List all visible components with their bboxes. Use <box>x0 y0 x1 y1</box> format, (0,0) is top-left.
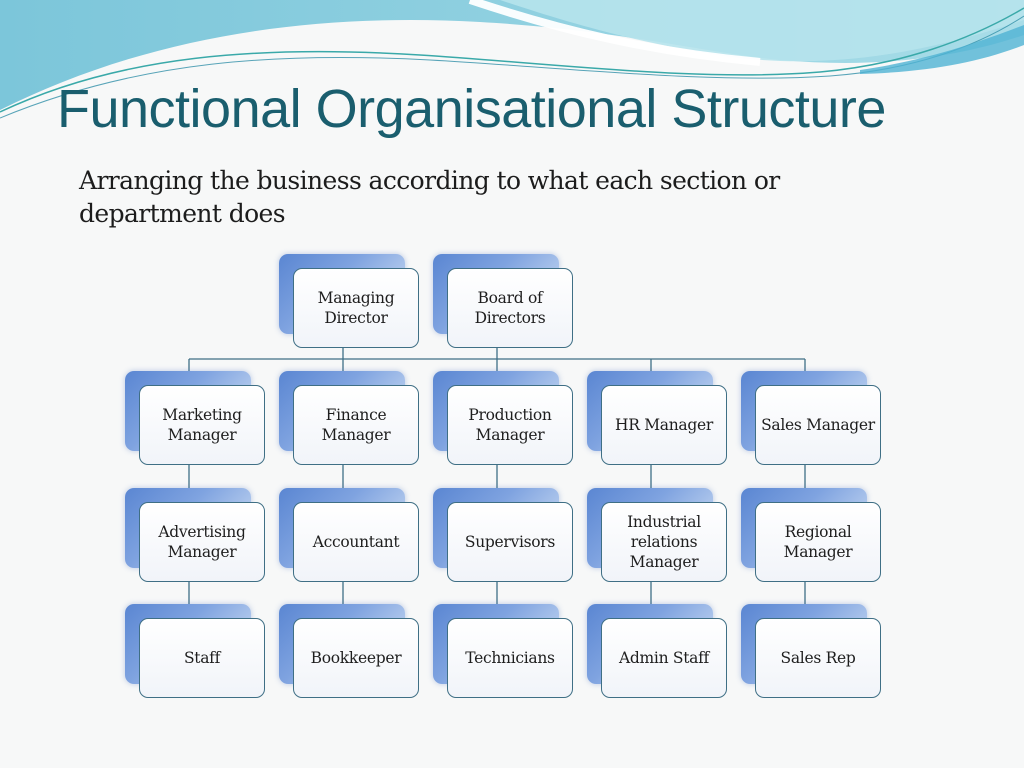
node-label: Supervisors <box>464 533 556 551</box>
node-box: Sales Manager <box>755 385 881 465</box>
node-label: Technicians <box>465 649 555 667</box>
node-staff: Staff <box>125 604 265 698</box>
node-box: Marketing Manager <box>139 385 265 465</box>
node-box: HR Manager <box>601 385 727 465</box>
node-label: Industrial relations Manager <box>627 513 701 571</box>
node-sales-manager: Sales Manager <box>741 371 881 465</box>
node-label: Accountant <box>312 533 400 551</box>
node-box: Supervisors <box>447 502 573 582</box>
node-box: Industrial relations Manager <box>601 502 727 582</box>
slide-title: Functional Organisational Structure <box>57 79 886 139</box>
node-label: Board of Directors <box>474 289 546 327</box>
node-label: Regional Manager <box>783 523 853 561</box>
node-box: Regional Manager <box>755 502 881 582</box>
node-sales-rep: Sales Rep <box>741 604 881 698</box>
node-box: Advertising Manager <box>139 502 265 582</box>
node-accountant: Accountant <box>279 488 419 582</box>
node-box: Finance Manager <box>293 385 419 465</box>
node-admin-staff: Admin Staff <box>587 604 727 698</box>
node-label: Staff <box>183 649 221 667</box>
node-box: Sales Rep <box>755 618 881 698</box>
node-label: Finance Manager <box>321 406 391 444</box>
node-board-of-directors: Board of Directors <box>433 254 573 348</box>
node-advertising-manager: Advertising Manager <box>125 488 265 582</box>
node-box: Production Manager <box>447 385 573 465</box>
node-box: Admin Staff <box>601 618 727 698</box>
node-hr-manager: HR Manager <box>587 371 727 465</box>
node-supervisors: Supervisors <box>433 488 573 582</box>
node-box: Bookkeeper <box>293 618 419 698</box>
node-box: Staff <box>139 618 265 698</box>
node-technicians: Technicians <box>433 604 573 698</box>
node-box: Accountant <box>293 502 419 582</box>
node-label: HR Manager <box>615 416 713 434</box>
node-label: Sales Rep <box>780 649 856 667</box>
node-managing-director: Managing Director <box>279 254 419 348</box>
node-label: Advertising Manager <box>158 523 246 561</box>
node-label: Sales Manager <box>761 416 875 434</box>
node-industrial-relations-manager: Industrial relations Manager <box>587 488 727 582</box>
node-label: Admin Staff <box>619 649 709 667</box>
node-label: Production Manager <box>468 406 552 444</box>
slide-subtitle: Arranging the business according to what… <box>79 166 780 228</box>
node-regional-manager: Regional Manager <box>741 488 881 582</box>
node-production-manager: Production Manager <box>433 371 573 465</box>
node-bookkeeper: Bookkeeper <box>279 604 419 698</box>
node-box: Technicians <box>447 618 573 698</box>
node-marketing-manager: Marketing Manager <box>125 371 265 465</box>
node-finance-manager: Finance Manager <box>279 371 419 465</box>
node-label: Marketing Manager <box>162 406 242 444</box>
node-box: Board of Directors <box>447 268 573 348</box>
node-label: Bookkeeper <box>310 649 402 667</box>
node-label: Managing Director <box>317 289 395 327</box>
node-box: Managing Director <box>293 268 419 348</box>
